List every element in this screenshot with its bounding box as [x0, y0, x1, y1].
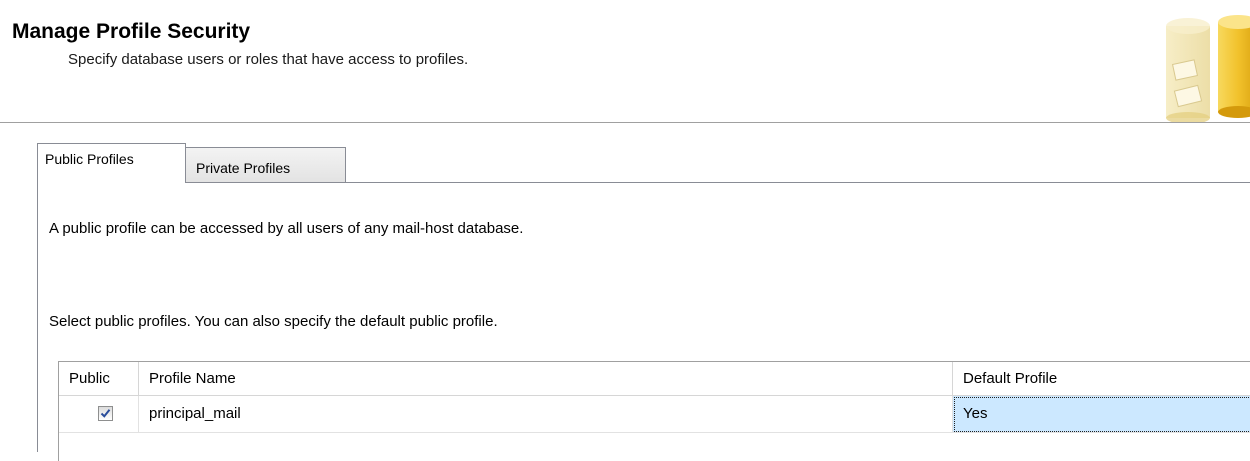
tab-strip: Public Profiles Private Profiles: [37, 143, 1250, 183]
tab-label: Private Profiles: [196, 160, 291, 176]
column-header-default-profile[interactable]: Default Profile: [953, 362, 1250, 396]
profile-name-cell: principal_mail: [139, 396, 953, 433]
column-header-profile-name[interactable]: Profile Name: [139, 362, 953, 396]
public-cell: [59, 396, 139, 433]
page-title: Manage Profile Security: [12, 20, 251, 43]
public-checkbox[interactable]: [98, 406, 113, 421]
default-profile-dropdown[interactable]: Yes: [953, 396, 1250, 433]
tab-private-profiles[interactable]: Private Profiles: [186, 147, 346, 183]
panel-description: A public profile can be accessed by all …: [49, 220, 524, 237]
public-profiles-panel: A public profile can be accessed by all …: [37, 182, 1250, 461]
page-subtitle: Specify database users or roles that hav…: [68, 51, 469, 68]
tab-label: Public Profiles: [45, 151, 134, 167]
grid-header-row: Public Profile Name Default Profile: [59, 362, 1250, 396]
checkmark-icon: [100, 409, 111, 418]
column-header-public[interactable]: Public: [59, 362, 139, 396]
database-security-icon: [1166, 4, 1250, 122]
table-row[interactable]: principal_mail Yes: [59, 396, 1250, 433]
wizard-header: Manage Profile Security Specify database…: [0, 0, 1250, 122]
profiles-grid[interactable]: Public Profile Name Default Profile prin…: [58, 361, 1250, 461]
tab-public-profiles[interactable]: Public Profiles: [37, 143, 186, 183]
panel-instruction: Select public profiles. You can also spe…: [49, 313, 498, 330]
header-divider: [0, 122, 1250, 124]
